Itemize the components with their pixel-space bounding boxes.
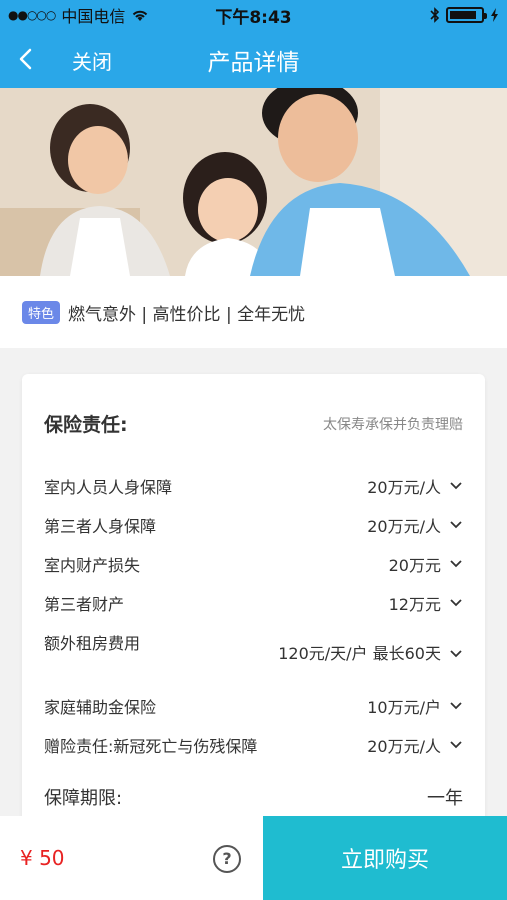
coverage-list: 室内人员人身保障 20万元/人 第三者人身保障 20万元/人 室内财产损失 20…	[44, 466, 463, 764]
chevron-down-icon[interactable]	[449, 557, 463, 571]
coverage-title: 保险责任:	[44, 414, 128, 436]
coverage-card: 保险责任: 太保寿承保并负责理赔 室内人员人身保障 20万元/人 第三者人身保障…	[22, 374, 485, 824]
coverage-value: 12万元	[388, 594, 441, 614]
bottom-bar: ¥ 50 ? 立即购买	[0, 816, 507, 900]
chevron-down-icon[interactable]	[449, 699, 463, 713]
bluetooth-icon	[430, 7, 440, 23]
chevron-down-icon[interactable]	[449, 596, 463, 610]
coverage-label: 赠险责任:新冠死亡与伤残保障	[44, 736, 258, 756]
status-bar: ●●○○○ 中国电信 下午8:43	[0, 0, 507, 30]
coverage-value: 20万元/人	[367, 736, 441, 756]
chevron-down-icon[interactable]	[449, 518, 463, 532]
coverage-label: 家庭辅助金保险	[44, 697, 157, 717]
feature-text: 燃气意外 | 高性价比 | 全年无忧	[68, 304, 306, 325]
feature-strip: 特色 燃气意外 | 高性价比 | 全年无忧	[0, 276, 507, 348]
chevron-down-icon[interactable]	[449, 647, 463, 661]
charging-icon	[491, 8, 498, 22]
coverage-row[interactable]: 家庭辅助金保险 10万元/户	[44, 686, 463, 725]
underwriter-note: 太保寿承保并负责理赔	[323, 416, 463, 433]
coverage-value: 10万元/户	[367, 697, 441, 717]
coverage-label: 额外租房费用	[44, 634, 141, 653]
hero-image	[0, 88, 507, 276]
coverage-value: 20万元	[388, 555, 441, 575]
coverage-value: 20万元/人	[367, 477, 441, 497]
coverage-row[interactable]: 室内人员人身保障 20万元/人	[44, 466, 463, 505]
page-title: 产品详情	[207, 50, 300, 76]
buy-now-button[interactable]: 立即购买	[263, 816, 507, 900]
family-cooking-illustration	[0, 88, 507, 276]
status-right	[430, 7, 499, 23]
price: ¥ 50	[20, 846, 65, 870]
chevron-down-icon[interactable]	[449, 479, 463, 493]
coverage-row[interactable]: 第三者人身保障 20万元/人	[44, 505, 463, 544]
coverage-label: 室内人员人身保障	[44, 477, 173, 497]
feature-tag: 特色	[22, 300, 61, 324]
help-icon[interactable]: ?	[213, 845, 241, 873]
coverage-value: 20万元/人	[367, 516, 441, 536]
coverage-label: 室内财产损失	[44, 555, 141, 575]
chevron-down-icon[interactable]	[449, 738, 463, 752]
coverage-row[interactable]: 室内财产损失 20万元	[44, 544, 463, 583]
coverage-value: 120元/天/户 最长60天	[278, 644, 441, 663]
nav-bar: 关闭 产品详情	[0, 30, 507, 88]
coverage-period: 保障期限: 一年	[44, 784, 463, 810]
period-label: 保障期限:	[44, 788, 123, 809]
period-value: 一年	[427, 788, 463, 809]
coverage-row[interactable]: 第三者财产 12万元	[44, 583, 463, 622]
coverage-label: 第三者财产	[44, 594, 125, 614]
coverage-row[interactable]: 赠险责任:新冠死亡与伤残保障 20万元/人	[44, 725, 463, 764]
coverage-row[interactable]: 额外租房费用 120元/天/户 最长60天	[44, 622, 463, 686]
battery-icon	[446, 7, 487, 23]
coverage-header: 保险责任: 太保寿承保并负责理赔	[44, 410, 463, 437]
coverage-label: 第三者人身保障	[44, 516, 157, 536]
